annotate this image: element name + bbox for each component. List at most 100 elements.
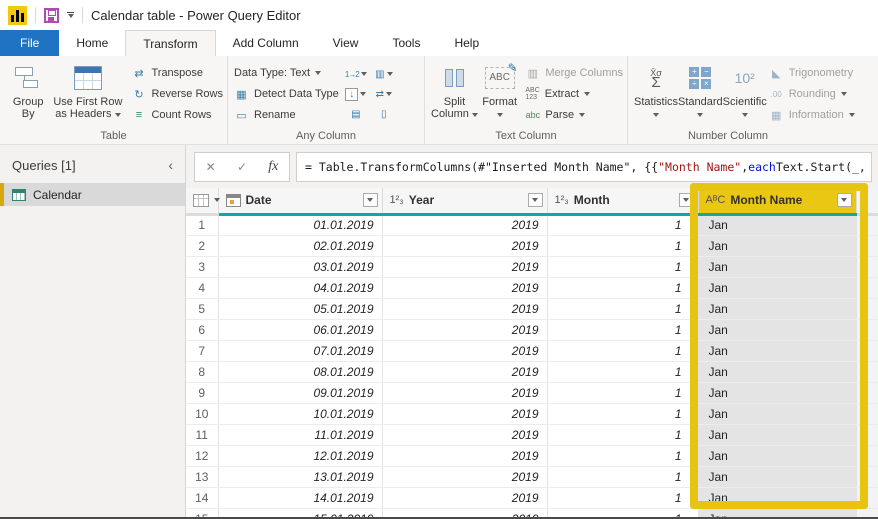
fill-button[interactable]: ↓ bbox=[343, 85, 369, 103]
cell-month-name[interactable]: Jan bbox=[698, 235, 856, 256]
scrollbar-track[interactable] bbox=[856, 256, 878, 277]
column-header-month-name[interactable]: AᴮC Month Name bbox=[698, 188, 856, 214]
tab-file[interactable]: File bbox=[0, 30, 59, 56]
cell-date[interactable]: 11.01.2019 bbox=[218, 424, 382, 445]
row-number[interactable]: 10 bbox=[186, 403, 218, 424]
cell-date[interactable]: 01.01.2019 bbox=[218, 214, 382, 235]
cell-date[interactable]: 10.01.2019 bbox=[218, 403, 382, 424]
cell-year[interactable]: 2019 bbox=[382, 445, 547, 466]
cell-month[interactable]: 1 bbox=[547, 466, 698, 487]
extract-button[interactable]: ABC123 Extract bbox=[525, 86, 623, 102]
scrollbar-track[interactable] bbox=[856, 445, 878, 466]
cell-month-name[interactable]: Jan bbox=[698, 277, 856, 298]
cell-year[interactable]: 2019 bbox=[382, 487, 547, 508]
cell-month[interactable]: 1 bbox=[547, 256, 698, 277]
cell-month-name[interactable]: Jan bbox=[698, 487, 856, 508]
data-type-button[interactable]: Data Type: Text bbox=[234, 65, 339, 81]
convert-to-list-button[interactable]: ▯ bbox=[371, 105, 397, 123]
split-column-button[interactable]: Split Column bbox=[431, 61, 478, 120]
save-icon[interactable] bbox=[44, 8, 59, 23]
trigonometry-button[interactable]: ◣ Trigonometry bbox=[769, 65, 855, 81]
cell-date[interactable]: 14.01.2019 bbox=[218, 487, 382, 508]
cell-month[interactable]: 1 bbox=[547, 403, 698, 424]
cell-date[interactable]: 08.01.2019 bbox=[218, 361, 382, 382]
row-number[interactable]: 2 bbox=[186, 235, 218, 256]
cell-month-name[interactable]: Jan bbox=[698, 361, 856, 382]
column-header-date[interactable]: Date bbox=[218, 188, 382, 214]
query-item-calendar[interactable]: Calendar bbox=[0, 183, 185, 206]
tab-transform[interactable]: Transform bbox=[125, 30, 215, 56]
cell-month-name[interactable]: Jan bbox=[698, 445, 856, 466]
row-number[interactable]: 11 bbox=[186, 424, 218, 445]
row-number[interactable]: 3 bbox=[186, 256, 218, 277]
cell-month-name[interactable]: Jan bbox=[698, 382, 856, 403]
cell-month-name[interactable]: Jan bbox=[698, 298, 856, 319]
row-number[interactable]: 14 bbox=[186, 487, 218, 508]
cancel-formula-icon[interactable]: ✕ bbox=[206, 160, 216, 174]
unpivot-columns-button[interactable]: ▥ bbox=[371, 65, 397, 83]
row-number[interactable]: 8 bbox=[186, 361, 218, 382]
cell-date[interactable]: 09.01.2019 bbox=[218, 382, 382, 403]
cell-month[interactable]: 1 bbox=[547, 319, 698, 340]
scrollbar-track[interactable] bbox=[856, 188, 878, 214]
detect-data-type-button[interactable]: ▦ Detect Data Type bbox=[234, 86, 339, 102]
cell-month[interactable]: 1 bbox=[547, 235, 698, 256]
filter-icon[interactable] bbox=[363, 193, 378, 207]
filter-icon[interactable] bbox=[528, 193, 543, 207]
select-all-corner[interactable] bbox=[186, 188, 218, 214]
scrollbar-track[interactable] bbox=[856, 382, 878, 403]
rename-button[interactable]: ▭ Rename bbox=[234, 107, 339, 123]
format-button[interactable]: ABC✎ Format bbox=[478, 61, 521, 120]
scrollbar-track[interactable] bbox=[856, 340, 878, 361]
row-number[interactable]: 13 bbox=[186, 466, 218, 487]
merge-columns-button[interactable]: ▥ Merge Columns bbox=[525, 65, 623, 81]
commit-formula-icon[interactable]: ✓ bbox=[237, 160, 247, 174]
cell-month-name[interactable]: Jan bbox=[698, 340, 856, 361]
add-step-fx-icon[interactable]: fx bbox=[268, 159, 278, 175]
cell-date[interactable]: 13.01.2019 bbox=[218, 466, 382, 487]
cell-year[interactable]: 2019 bbox=[382, 235, 547, 256]
scrollbar-track[interactable] bbox=[856, 487, 878, 508]
row-number[interactable]: 7 bbox=[186, 340, 218, 361]
cell-date[interactable]: 12.01.2019 bbox=[218, 445, 382, 466]
cell-year[interactable]: 2019 bbox=[382, 508, 547, 517]
cell-month-name[interactable]: Jan bbox=[698, 403, 856, 424]
tab-add-column[interactable]: Add Column bbox=[216, 30, 316, 56]
row-number[interactable]: 12 bbox=[186, 445, 218, 466]
cell-year[interactable]: 2019 bbox=[382, 277, 547, 298]
transpose-button[interactable]: ⇄ Transpose bbox=[131, 65, 223, 81]
cell-month[interactable]: 1 bbox=[547, 508, 698, 517]
cell-year[interactable]: 2019 bbox=[382, 382, 547, 403]
cell-year[interactable]: 2019 bbox=[382, 214, 547, 235]
use-first-row-as-headers-button[interactable]: Use First Row as Headers bbox=[50, 61, 125, 120]
collapse-pane-icon[interactable]: ‹ bbox=[168, 157, 173, 173]
cell-month[interactable]: 1 bbox=[547, 424, 698, 445]
cell-month[interactable]: 1 bbox=[547, 214, 698, 235]
cell-month[interactable]: 1 bbox=[547, 487, 698, 508]
row-number[interactable]: 1 bbox=[186, 214, 218, 235]
quick-access-toolbar-dropdown-icon[interactable] bbox=[67, 12, 74, 18]
row-number[interactable]: 4 bbox=[186, 277, 218, 298]
tab-view[interactable]: View bbox=[316, 30, 376, 56]
cell-date[interactable]: 15.01.2019 bbox=[218, 508, 382, 517]
cell-date[interactable]: 03.01.2019 bbox=[218, 256, 382, 277]
cell-year[interactable]: 2019 bbox=[382, 424, 547, 445]
column-header-month[interactable]: 1²₃ Month bbox=[547, 188, 698, 214]
cell-year[interactable]: 2019 bbox=[382, 340, 547, 361]
row-number[interactable]: 5 bbox=[186, 298, 218, 319]
cell-date[interactable]: 04.01.2019 bbox=[218, 277, 382, 298]
tab-tools[interactable]: Tools bbox=[375, 30, 437, 56]
cell-year[interactable]: 2019 bbox=[382, 256, 547, 277]
scrollbar-track[interactable] bbox=[856, 277, 878, 298]
replace-values-button[interactable]: 1→2 bbox=[343, 65, 369, 83]
cell-month-name[interactable]: Jan bbox=[698, 466, 856, 487]
cell-month-name[interactable]: Jan bbox=[698, 214, 856, 235]
standard-button[interactable]: +−÷× Standard bbox=[678, 61, 723, 120]
statistics-button[interactable]: X̄σΣ Statistics bbox=[634, 61, 678, 120]
cell-month[interactable]: 1 bbox=[547, 298, 698, 319]
row-number[interactable]: 6 bbox=[186, 319, 218, 340]
formula-input[interactable]: = Table.TransformColumns(#"Inserted Mont… bbox=[296, 152, 872, 182]
parse-button[interactable]: abc Parse bbox=[525, 107, 623, 123]
pivot-column-button[interactable]: ▤ bbox=[343, 105, 369, 123]
cell-month-name[interactable]: Jan bbox=[698, 424, 856, 445]
